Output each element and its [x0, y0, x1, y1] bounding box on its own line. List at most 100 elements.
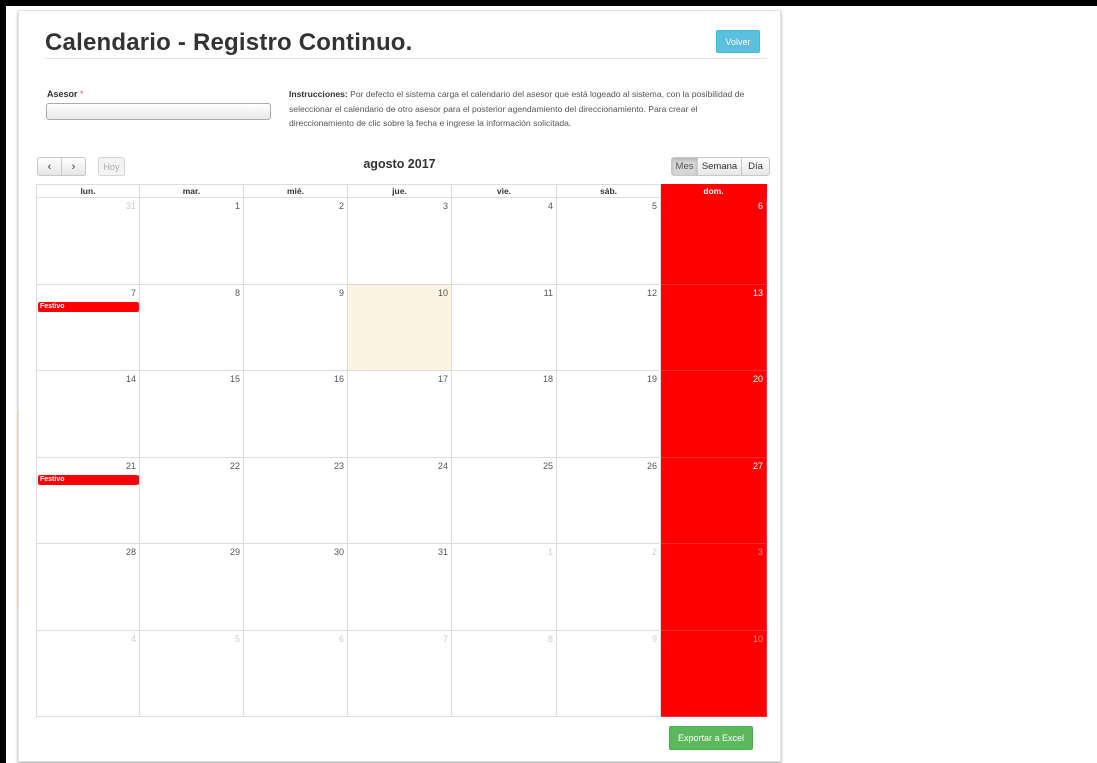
calendar-grid: 31 1 2 3 4 5 6 7 Festivo 8 9 10 11 12 13 14 15 16 17 18 19 20… — [36, 198, 767, 717]
day-cell[interactable]: 31 — [348, 544, 452, 631]
day-number: 2 — [338, 201, 344, 211]
day-number: 4 — [130, 633, 136, 644]
day-number: 25 — [542, 460, 553, 471]
day-cell[interactable]: 6 — [244, 630, 348, 717]
day-number: 9 — [338, 287, 344, 298]
day-cell[interactable]: 9 — [557, 630, 661, 717]
day-number: 16 — [333, 374, 344, 384]
view-day-button[interactable]: Día — [741, 157, 770, 176]
day-cell[interactable]: 23 — [244, 457, 348, 544]
weekday-header: lun. mar. mié. jue. vie. sáb. dom. — [36, 184, 767, 198]
day-number: 13 — [752, 287, 763, 298]
view-week-button[interactable]: Semana — [697, 157, 742, 176]
day-cell[interactable]: 29 — [140, 544, 244, 631]
day-cell[interactable]: 26 — [557, 457, 661, 544]
day-cell[interactable]: 12 — [557, 284, 661, 371]
day-cell[interactable]: 21 Festivo — [36, 457, 140, 544]
day-cell[interactable]: 1 — [452, 544, 557, 631]
day-cell[interactable]: 10 — [661, 630, 767, 717]
window-top-border — [0, 0, 1097, 6]
day-number: 23 — [333, 460, 344, 471]
day-number: 5 — [651, 201, 657, 211]
day-number: 30 — [333, 547, 344, 557]
day-number: 12 — [646, 287, 657, 298]
day-number: 11 — [543, 287, 553, 298]
day-cell[interactable]: 10 — [348, 284, 452, 371]
day-cell[interactable]: 22 — [140, 457, 244, 544]
day-number: 31 — [437, 547, 448, 557]
day-cell[interactable]: 3 — [661, 544, 767, 631]
window-left-border — [0, 0, 6, 763]
day-cell[interactable]: 2 — [244, 198, 348, 285]
day-cell[interactable]: 30 — [244, 544, 348, 631]
day-cell[interactable]: 14 — [36, 371, 140, 458]
weekday-header-1: mar. — [140, 184, 244, 198]
day-number: 4 — [547, 201, 553, 211]
day-cell[interactable]: 5 — [557, 198, 661, 285]
day-cell[interactable]: 20 — [661, 371, 767, 458]
day-number: 15 — [229, 374, 240, 384]
month-title: agosto 2017 — [363, 157, 436, 171]
day-number: 1 — [234, 201, 240, 211]
view-switcher: Mes Semana Día — [671, 157, 770, 176]
day-cell[interactable]: 15 — [140, 371, 244, 458]
day-cell[interactable]: 8 — [140, 284, 244, 371]
day-number: 20 — [752, 374, 763, 384]
day-cell[interactable]: 5 — [140, 630, 244, 717]
holiday-event[interactable]: Festivo — [38, 474, 139, 485]
day-number: 3 — [757, 547, 763, 557]
day-cell[interactable]: 27 — [661, 457, 767, 544]
day-cell[interactable]: 17 — [348, 371, 452, 458]
day-number: 3 — [442, 201, 448, 211]
day-number: 9 — [651, 633, 657, 644]
day-number: 10 — [752, 633, 763, 644]
weekday-header-6: dom. — [661, 184, 767, 198]
day-number: 24 — [437, 460, 448, 471]
day-cell[interactable]: 4 — [452, 198, 557, 285]
day-number: 14 — [125, 374, 136, 384]
day-cell[interactable]: 11 — [452, 284, 557, 371]
day-cell[interactable]: 13 — [661, 284, 767, 371]
view-month-button[interactable]: Mes — [671, 157, 698, 176]
day-number: 7 — [130, 287, 136, 298]
day-cell[interactable]: 24 — [348, 457, 452, 544]
day-number: 8 — [547, 633, 553, 644]
day-number: 8 — [234, 287, 240, 298]
day-cell[interactable]: 7 — [348, 630, 452, 717]
day-number: 1 — [547, 547, 553, 557]
day-number: 7 — [442, 633, 448, 644]
day-number: 31 — [125, 201, 136, 211]
day-cell[interactable]: 9 — [244, 284, 348, 371]
asesor-label: Asesor * — [47, 89, 84, 99]
weekday-header-5: sáb. — [557, 184, 661, 198]
day-cell[interactable]: 7 Festivo — [36, 284, 140, 371]
day-number: 26 — [646, 460, 657, 471]
asesor-select[interactable] — [46, 103, 271, 120]
day-cell[interactable]: 25 — [452, 457, 557, 544]
day-cell[interactable]: 3 — [348, 198, 452, 285]
day-cell[interactable]: 8 — [452, 630, 557, 717]
day-cell[interactable]: 16 — [244, 371, 348, 458]
export-excel-button[interactable]: Exportar a Excel — [669, 726, 753, 750]
weekday-header-0: lun. — [36, 184, 140, 198]
required-mark: * — [80, 89, 84, 99]
day-number: 18 — [542, 374, 553, 384]
day-number: 10 — [437, 287, 448, 298]
holiday-event[interactable]: Festivo — [38, 301, 139, 312]
day-cell[interactable]: 1 — [140, 198, 244, 285]
title-divider — [45, 58, 767, 59]
day-cell[interactable]: 4 — [36, 630, 140, 717]
day-cell[interactable]: 19 — [557, 371, 661, 458]
asesor-label-text: Asesor — [47, 89, 78, 99]
day-number: 21 — [125, 460, 136, 471]
day-number: 28 — [125, 547, 136, 557]
day-number: 22 — [229, 460, 240, 471]
weekday-header-4: vie. — [452, 184, 557, 198]
back-button[interactable]: Volver — [716, 30, 760, 53]
day-cell[interactable]: 2 — [557, 544, 661, 631]
day-cell[interactable]: 18 — [452, 371, 557, 458]
day-cell[interactable]: 28 — [36, 544, 140, 631]
day-cell[interactable]: 31 — [36, 198, 140, 285]
instructions-body: Por defecto el sistema carga el calendar… — [289, 89, 745, 128]
day-cell[interactable]: 6 — [661, 198, 767, 285]
